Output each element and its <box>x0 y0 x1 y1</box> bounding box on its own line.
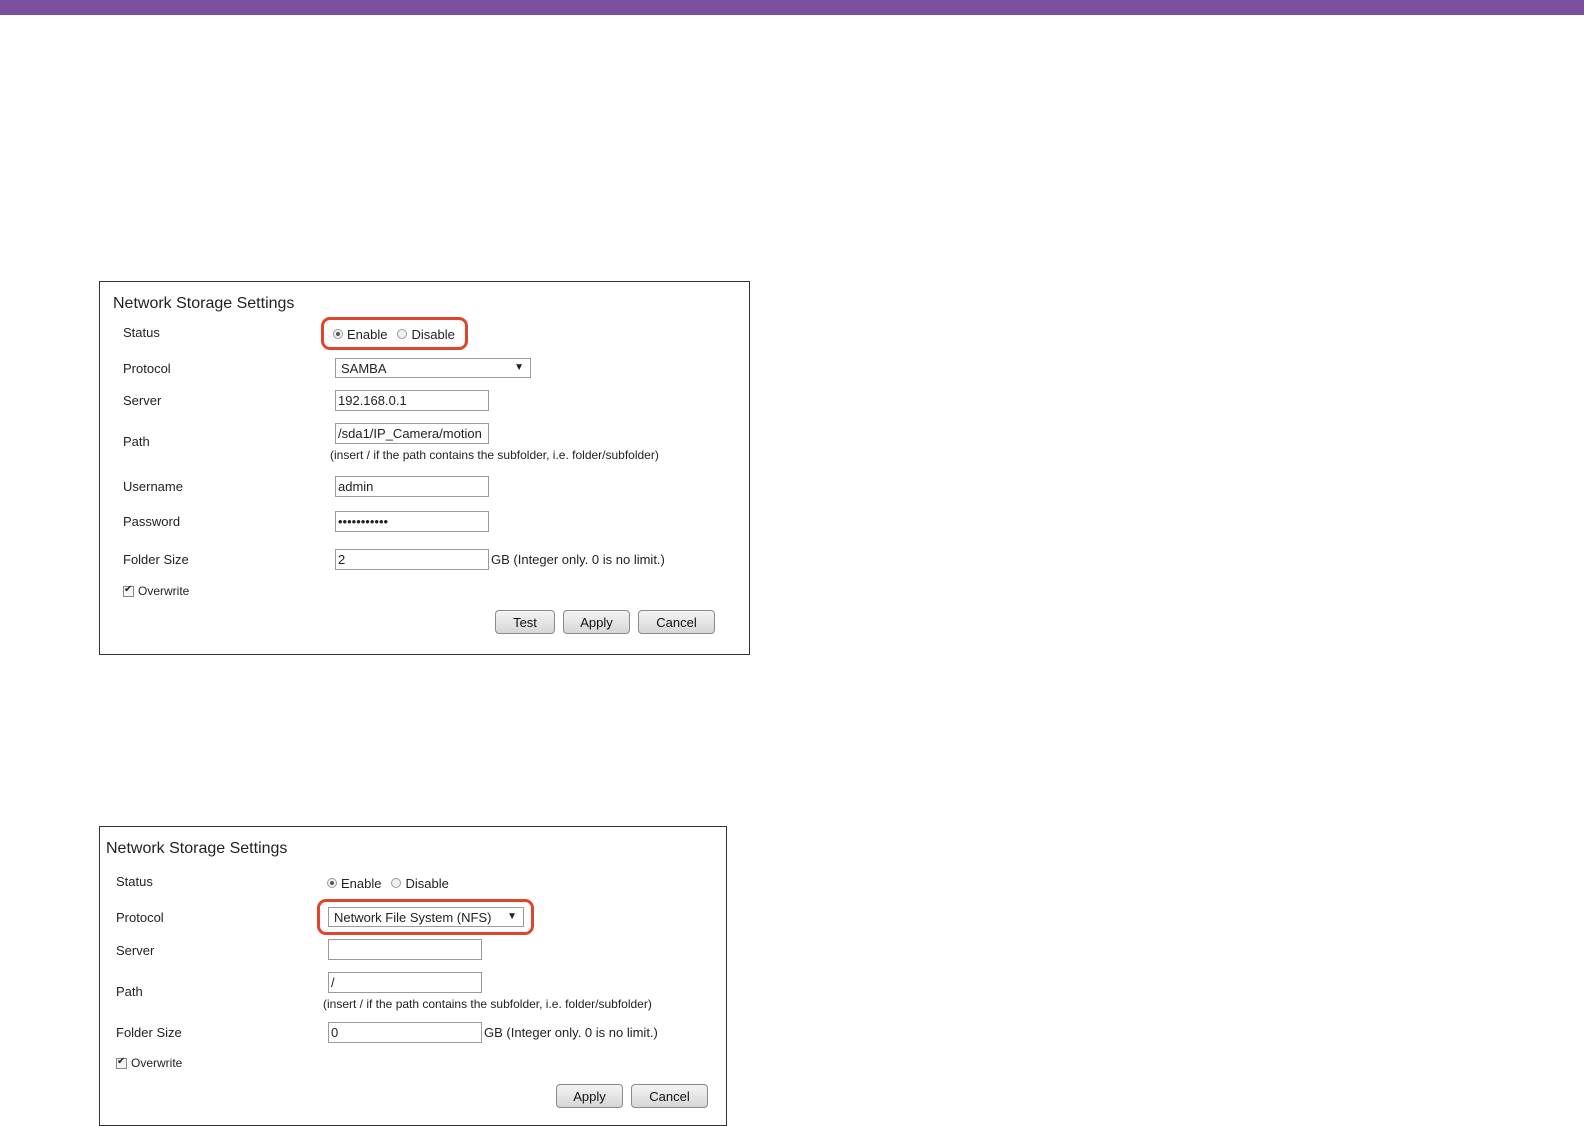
path-label: Path <box>116 984 143 999</box>
password-label: Password <box>123 514 181 529</box>
dropdown-arrow-icon: ▼ <box>514 362 524 373</box>
test-button[interactable]: Test <box>495 610 555 634</box>
username-input[interactable]: admin <box>335 476 489 497</box>
path-hint: (insert / if the path contains the subfo… <box>323 997 652 1011</box>
panel-title: Network Storage Settings <box>106 840 288 857</box>
folder-size-input[interactable]: 0 <box>328 1022 482 1043</box>
panel-title: Network Storage Settings <box>113 295 295 312</box>
disable-radio[interactable] <box>391 878 402 888</box>
password-input[interactable]: ••••••••••• <box>335 511 489 532</box>
status-label: Status <box>116 874 153 889</box>
overwrite-row: Overwrite <box>116 1056 182 1070</box>
folder-size-hint: GB (Integer only. 0 is no limit.) <box>484 1025 658 1040</box>
path-input[interactable]: / <box>328 972 482 993</box>
top-color-bar <box>0 0 1584 15</box>
username-label: Username <box>123 479 183 494</box>
protocol-select[interactable]: SAMBA ▼ <box>335 358 531 378</box>
cancel-button[interactable]: Cancel <box>638 610 715 634</box>
protocol-label: Protocol <box>116 910 164 925</box>
overwrite-checkbox[interactable] <box>123 584 134 597</box>
apply-button[interactable]: Apply <box>563 610 630 634</box>
overwrite-label: Overwrite <box>131 1056 183 1070</box>
enable-radio-label[interactable]: Enable <box>341 876 381 891</box>
protocol-label: Protocol <box>123 361 171 376</box>
disable-radio-label[interactable]: Disable <box>405 876 448 891</box>
server-input[interactable] <box>328 939 482 960</box>
folder-size-input[interactable]: 2 <box>335 549 489 570</box>
folder-size-label: Folder Size <box>123 552 189 567</box>
server-label: Server <box>123 393 162 408</box>
path-input[interactable]: /sda1/IP_Camera/motion <box>335 423 489 444</box>
overwrite-label: Overwrite <box>138 584 190 598</box>
path-hint: (insert / if the path contains the subfo… <box>330 448 659 462</box>
status-highlight-outline <box>321 317 468 350</box>
server-label: Server <box>116 943 155 958</box>
folder-size-hint: GB (Integer only. 0 is no limit.) <box>491 552 665 567</box>
status-label: Status <box>123 325 160 340</box>
protocol-selected-value: SAMBA <box>341 360 387 376</box>
overwrite-checkbox[interactable] <box>116 1056 127 1069</box>
protocol-highlight-outline <box>317 899 534 935</box>
enable-radio[interactable] <box>327 878 337 888</box>
cancel-button[interactable]: Cancel <box>631 1084 708 1108</box>
status-radio-group: Enable Disable <box>327 871 459 895</box>
folder-size-label: Folder Size <box>116 1025 182 1040</box>
server-input[interactable]: 192.168.0.1 <box>335 390 489 411</box>
overwrite-row: Overwrite <box>123 584 189 598</box>
apply-button[interactable]: Apply <box>556 1084 623 1108</box>
path-label: Path <box>123 434 150 449</box>
